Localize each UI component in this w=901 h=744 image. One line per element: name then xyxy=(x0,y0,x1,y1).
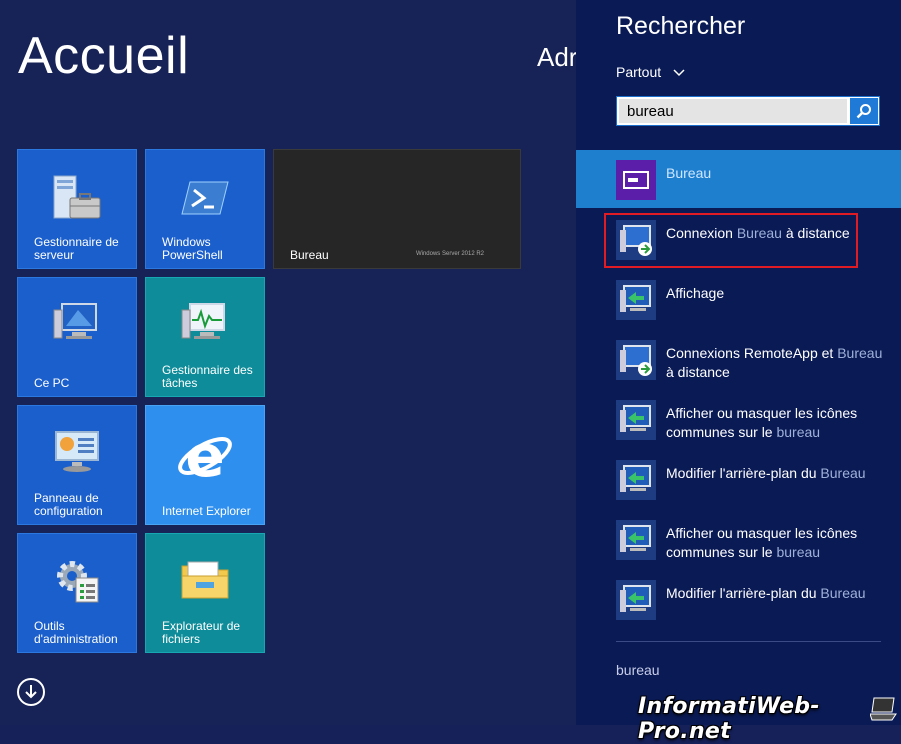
display-icon xyxy=(616,520,656,560)
computer-icon xyxy=(53,303,97,339)
web-search-suggestion[interactable]: bureau xyxy=(616,662,660,678)
search-pane-title: Rechercher xyxy=(616,12,746,40)
display-icon xyxy=(616,280,656,320)
task-manager-icon xyxy=(181,303,225,339)
start-screen: Accueil Adr Gestionnaire de serveur Wind… xyxy=(0,0,577,725)
tile-label: Ce PC xyxy=(34,376,70,390)
search-result-item[interactable]: Modifier l'arrière-plan du Bureau xyxy=(576,570,901,628)
search-term-highlight: Bureau xyxy=(820,585,866,601)
search-result-label: Modifier l'arrière-plan du Bureau xyxy=(666,584,891,603)
search-result-label: Connexion Bureau à distance xyxy=(666,224,891,243)
display-icon xyxy=(616,400,656,440)
search-result-text: Afficher ou masquer les icônes communes … xyxy=(666,525,858,560)
search-result-label: Afficher ou masquer les icônes communes … xyxy=(666,404,891,442)
powershell-icon xyxy=(181,181,229,215)
internet-explorer-icon: e xyxy=(178,426,232,486)
admin-tools-icon xyxy=(57,561,99,603)
search-term-highlight: bureau xyxy=(776,424,821,440)
tile-powershell[interactable]: Windows PowerShell xyxy=(145,149,265,269)
search-term-highlight: Bureau xyxy=(820,465,866,481)
search-button[interactable] xyxy=(850,98,878,124)
start-title: Accueil xyxy=(18,27,190,85)
search-result-item[interactable]: Connexions RemoteApp et Bureau à distanc… xyxy=(576,330,901,388)
search-result-text: à distance xyxy=(781,225,850,241)
search-scope-label: Partout xyxy=(616,64,662,80)
tile-internet-explorer[interactable]: e Internet Explorer xyxy=(145,405,265,525)
chevron-down-icon xyxy=(673,69,685,77)
search-result-item[interactable]: Afficher ou masquer les icônes communes … xyxy=(576,390,901,448)
search-result-item[interactable]: Modifier l'arrière-plan du Bureau xyxy=(576,450,901,508)
remote-desktop-icon xyxy=(616,220,656,260)
tile-control-panel[interactable]: Panneau de configuration xyxy=(17,405,137,525)
search-term-highlight: Bureau xyxy=(736,225,782,241)
search-box xyxy=(616,96,880,126)
tile-label: Explorateur de fichiers xyxy=(162,619,241,646)
search-result-item[interactable]: Bureau xyxy=(576,150,901,208)
search-result-label: Modifier l'arrière-plan du Bureau xyxy=(666,464,891,483)
tile-admin-tools[interactable]: Outils d'administration xyxy=(17,533,137,653)
search-result-text: Modifier l'arrière-plan du xyxy=(666,465,821,481)
watermark-laptop-icon xyxy=(870,697,897,721)
search-term-highlight: bureau xyxy=(776,544,821,560)
tile-label: Windows PowerShell xyxy=(162,235,223,262)
tile-label: Outils d'administration xyxy=(34,619,118,646)
search-result-label: Afficher ou masquer les icônes communes … xyxy=(666,524,891,562)
search-term-highlight: Bureau xyxy=(837,345,883,361)
search-term-highlight: Bureau xyxy=(666,165,712,181)
server-manager-icon xyxy=(53,175,101,219)
tile-label: Internet Explorer xyxy=(162,504,251,518)
control-panel-icon xyxy=(55,431,99,472)
search-result-text: Modifier l'arrière-plan du xyxy=(666,585,821,601)
search-result-text: Affichage xyxy=(666,285,725,301)
search-result-text: à distance xyxy=(666,364,730,380)
tile-file-explorer[interactable]: Explorateur de fichiers xyxy=(145,533,265,653)
search-pane: Rechercher Partout BureauConnexion Burea… xyxy=(576,0,901,725)
search-result-item[interactable]: Connexion Bureau à distance xyxy=(576,210,901,268)
search-result-label: Affichage xyxy=(666,284,891,303)
search-result-item[interactable]: Affichage xyxy=(576,270,901,328)
search-result-item[interactable]: Afficher ou masquer les icônes communes … xyxy=(576,510,901,568)
tile-label: Panneau de configuration xyxy=(34,491,103,518)
file-explorer-icon xyxy=(181,561,229,599)
user-name[interactable]: Adr xyxy=(537,42,577,73)
windows-server-brand: Windows Server 2012 R2 xyxy=(415,251,484,257)
search-icon xyxy=(856,104,871,119)
watermark-text: InformatiWeb-Pro.net xyxy=(638,694,820,744)
divider xyxy=(616,641,881,642)
display-icon xyxy=(616,580,656,620)
tile-this-pc[interactable]: Ce PC xyxy=(17,277,137,397)
tile-desktop[interactable]: Bureau Windows Server 2012 R2 xyxy=(273,149,521,269)
search-result-text: Connexions RemoteApp et xyxy=(666,345,838,361)
display-icon xyxy=(616,460,656,500)
arrow-down-icon xyxy=(25,685,37,699)
search-input[interactable] xyxy=(619,99,847,123)
tile-server-manager[interactable]: Gestionnaire de serveur xyxy=(17,149,137,269)
search-result-label: Connexions RemoteApp et Bureau à distanc… xyxy=(666,344,891,382)
desktop-icon xyxy=(616,160,656,200)
search-result-text: Afficher ou masquer les icônes communes … xyxy=(666,405,858,440)
remoteapp-icon xyxy=(616,340,656,380)
search-result-label: Bureau xyxy=(666,164,891,183)
tile-label: Gestionnaire des tâches xyxy=(162,363,253,390)
search-result-text: Connexion xyxy=(666,225,737,241)
tile-task-manager[interactable]: Gestionnaire des tâches xyxy=(145,277,265,397)
svg-text:e: e xyxy=(185,426,224,486)
search-scope-dropdown[interactable]: Partout xyxy=(616,64,685,80)
tile-label: Gestionnaire de serveur xyxy=(34,235,119,262)
all-apps-arrow-button[interactable] xyxy=(17,678,45,706)
